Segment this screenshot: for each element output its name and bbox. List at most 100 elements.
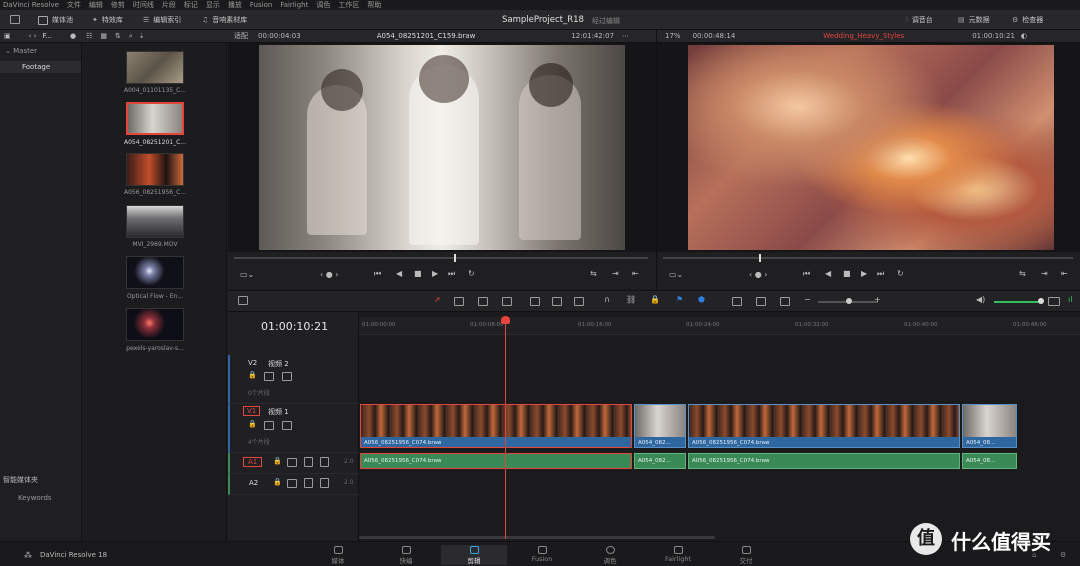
clip-thumbnail-0[interactable] xyxy=(126,51,184,84)
skip-forward-icon[interactable]: ⏭ xyxy=(877,269,884,279)
bin-path[interactable]: F... xyxy=(42,32,52,40)
menu-item-clip[interactable]: 片段 xyxy=(162,0,176,10)
edit-index-button[interactable]: ☰ 编辑索引 xyxy=(143,14,181,26)
bin-footage[interactable]: Footage xyxy=(0,61,81,73)
menu-item-edit[interactable]: 编辑 xyxy=(89,0,103,10)
zoom-custom-icon[interactable] xyxy=(780,297,790,306)
skip-back-icon[interactable]: ⏮ xyxy=(374,269,381,279)
search-icon[interactable]: ⌕ xyxy=(129,32,133,41)
nav-back-icon[interactable]: ‹ › xyxy=(29,32,37,40)
timeline-ruler[interactable]: 01:00:00:00 01:00:08:00 01:00:16:00 01:0… xyxy=(359,317,1080,335)
dynamic-trim-icon[interactable] xyxy=(478,297,488,306)
bin-master[interactable]: ⌄ Master xyxy=(5,47,37,55)
track-disable-icon[interactable] xyxy=(282,372,292,381)
menu-item-timeline[interactable]: 时间线 xyxy=(133,0,154,10)
timeline-scrollbar[interactable] xyxy=(359,536,715,539)
track-id-a1[interactable]: A1 xyxy=(243,457,263,467)
track-auto-select-icon[interactable] xyxy=(287,458,297,467)
view-dot-icon[interactable]: ● xyxy=(70,32,76,40)
source-viewer[interactable] xyxy=(228,43,656,252)
menu-item-color[interactable]: 调色 xyxy=(316,0,330,10)
sound-library-button[interactable]: ♫ 音响素材库 xyxy=(202,14,247,26)
volume-slider[interactable] xyxy=(994,298,1044,304)
audio-clip[interactable]: A056_08251956_C074.braw xyxy=(688,453,960,469)
sort-icon[interactable]: ⇅ xyxy=(115,32,121,40)
track-header-a1[interactable]: A1 🔒 2.0 xyxy=(228,453,359,474)
lock-icon[interactable]: 🔒 xyxy=(650,295,660,304)
color-scope-icon[interactable]: ◐ xyxy=(1021,32,1027,40)
menu-item-app[interactable]: DaVinci Resolve xyxy=(3,1,59,9)
trim-tool-icon[interactable] xyxy=(454,297,464,306)
playhead-handle[interactable] xyxy=(501,316,510,324)
overwrite-clip-icon[interactable] xyxy=(552,297,562,306)
match-frame-icon[interactable]: ⇆ xyxy=(590,269,597,278)
media-pool-button[interactable]: 媒体池 xyxy=(38,14,73,26)
timeline-viewer-playhead[interactable] xyxy=(759,254,761,262)
track-id-v1[interactable]: V1 xyxy=(243,406,261,416)
volume-slider-thumb[interactable] xyxy=(1038,298,1044,304)
marker-icon[interactable]: ⬟ xyxy=(698,295,705,304)
page-fairlight[interactable]: Fairlight xyxy=(645,545,711,565)
zoom-slider-thumb[interactable] xyxy=(846,298,852,304)
stop-icon[interactable]: ■ xyxy=(414,269,422,278)
track-header-a2[interactable]: A2 🔒 2.0 xyxy=(228,474,359,495)
source-jog-bar[interactable] xyxy=(234,254,648,262)
mute-button[interactable] xyxy=(320,457,329,467)
play-icon[interactable]: ▶ xyxy=(861,269,867,278)
volume-icon[interactable]: ◀) xyxy=(976,295,985,304)
track-auto-select-icon[interactable] xyxy=(264,372,274,381)
menu-item-fusion[interactable]: Fusion xyxy=(250,1,272,9)
track-auto-select-icon[interactable] xyxy=(264,421,274,430)
clip-thumbnail-4[interactable] xyxy=(126,256,184,289)
audio-clip[interactable]: A056_08251956_C074.braw xyxy=(360,453,632,469)
source-playhead[interactable] xyxy=(454,254,456,262)
audio-clip[interactable]: A054_08... xyxy=(962,453,1017,469)
home-icon[interactable]: ⌂ xyxy=(1032,551,1036,559)
video-clip[interactable]: A056_08251956_C074.braw xyxy=(360,404,632,448)
insert-clip-icon[interactable] xyxy=(530,297,540,306)
solo-button[interactable] xyxy=(304,457,313,467)
jog-icon[interactable]: ‹ ● › xyxy=(320,270,338,279)
clip-thumbnail-2[interactable] xyxy=(126,153,184,186)
selection-tool-icon[interactable]: ➚ xyxy=(434,295,441,304)
loop-icon[interactable]: ↻ xyxy=(468,269,475,278)
track-auto-select-icon[interactable] xyxy=(287,479,297,488)
clip-thumbnail-5[interactable] xyxy=(126,308,184,341)
zoom-out-icon[interactable]: − xyxy=(804,295,811,304)
smart-bin-keywords[interactable]: Keywords xyxy=(18,494,52,502)
page-edit[interactable]: 剪辑 xyxy=(441,545,507,565)
track-header-v2[interactable]: V2 视频 2 🔒 0个片段 xyxy=(228,355,359,404)
menu-item-help[interactable]: 帮助 xyxy=(367,0,381,10)
zoom-full-icon[interactable] xyxy=(732,297,742,306)
monitor-icon[interactable] xyxy=(10,15,20,24)
page-cut[interactable]: 快编 xyxy=(373,545,439,565)
timeline-tracks[interactable]: 01:00:00:00 01:00:08:00 01:00:16:00 01:0… xyxy=(359,312,1080,541)
menu-item-mark[interactable]: 标记 xyxy=(184,0,198,10)
page-deliver[interactable]: 交付 xyxy=(713,545,779,565)
settings-icon[interactable]: ⚙ xyxy=(1060,551,1066,559)
page-fusion[interactable]: Fusion xyxy=(509,545,575,565)
skip-forward-icon[interactable]: ⏭ xyxy=(448,269,455,279)
video-clip[interactable]: A054_082... xyxy=(634,404,686,448)
track-lock-icon[interactable]: 🔒 xyxy=(273,478,282,486)
mark-in-icon[interactable]: ⇥ xyxy=(612,269,619,278)
source-clip-name[interactable]: A054_08251201_C159.braw xyxy=(377,32,476,40)
snapping-icon[interactable]: ∩ xyxy=(604,295,610,304)
track-lock-icon[interactable]: 🔒 xyxy=(273,457,282,465)
viewer-mode-icon[interactable]: ▭⌄ xyxy=(240,270,254,279)
fit-select[interactable]: 适配 xyxy=(234,31,248,41)
timeline-viewer[interactable] xyxy=(656,43,1080,252)
skip-back-icon[interactable]: ⏮ xyxy=(803,269,810,279)
mark-out-icon[interactable]: ⇤ xyxy=(1061,269,1068,278)
clip-thumbnail-1[interactable] xyxy=(126,102,184,135)
menu-item-fairlight[interactable]: Fairlight xyxy=(280,1,308,9)
page-color[interactable]: 调色 xyxy=(577,545,643,565)
panel-layout-icon[interactable]: ▣ xyxy=(4,32,11,40)
mute-button[interactable] xyxy=(320,478,329,488)
solo-button[interactable] xyxy=(304,478,313,488)
zoom-select[interactable]: 17% xyxy=(665,32,681,40)
zoom-detail-icon[interactable] xyxy=(756,297,766,306)
track-header-v1[interactable]: V1 视频 1 🔒 4个片段 xyxy=(228,404,359,453)
linked-selection-icon[interactable]: ⛓ xyxy=(626,295,636,304)
mixer-button[interactable]: ⫶ 调音台 xyxy=(906,14,933,26)
